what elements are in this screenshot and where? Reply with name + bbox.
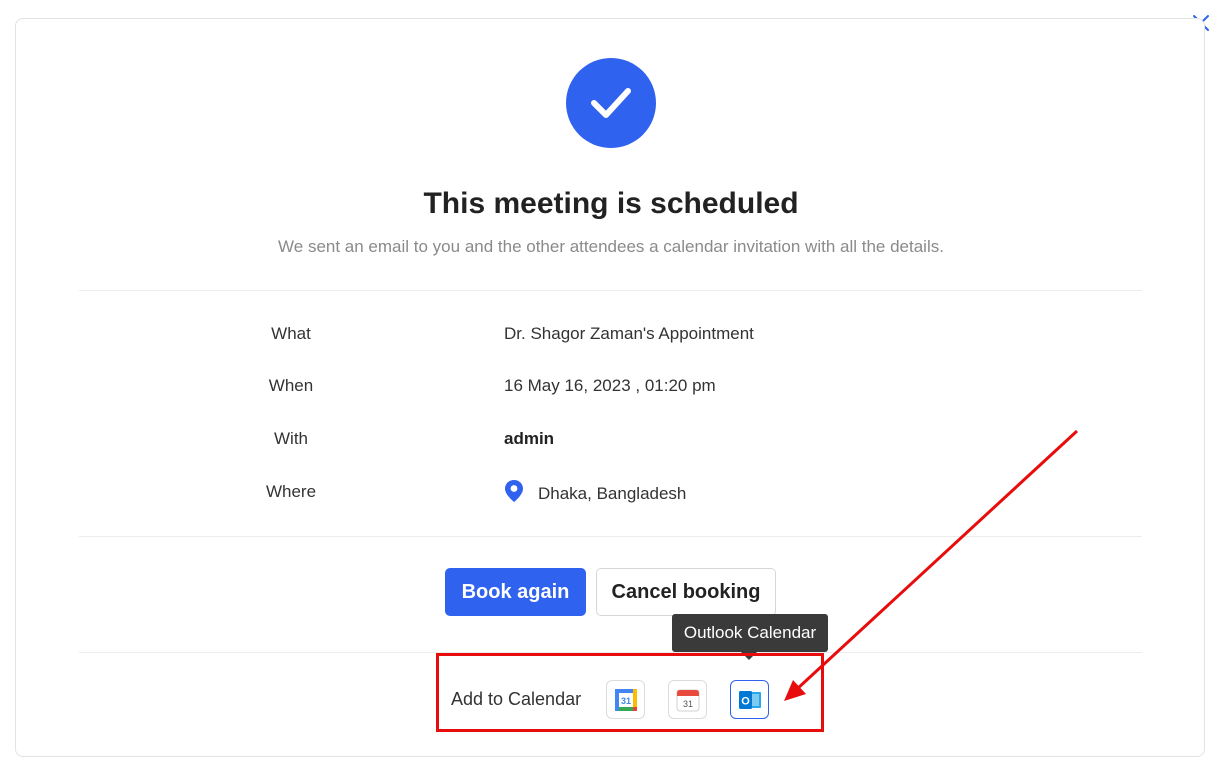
tooltip-arrow bbox=[741, 652, 757, 660]
outlook-calendar-icon: O bbox=[738, 690, 761, 709]
where-text: Dhaka, Bangladesh bbox=[538, 483, 687, 503]
detail-value-with: admin bbox=[504, 429, 555, 448]
google-calendar-button[interactable]: 31 bbox=[606, 680, 645, 719]
detail-row-where: Where Dhaka, Bangladesh bbox=[16, 479, 1206, 509]
detail-label-when: When bbox=[268, 376, 314, 395]
confirmation-dialog: This meeting is scheduled We sent an ema… bbox=[15, 18, 1205, 757]
divider bbox=[79, 290, 1142, 291]
outlook-calendar-button[interactable]: O bbox=[730, 680, 769, 719]
google-icon-text: 31 bbox=[620, 696, 630, 706]
outlook-tooltip: Outlook Calendar bbox=[672, 614, 828, 652]
detail-row-what: What Dr. Shagor Zaman's Appointment bbox=[16, 324, 1206, 354]
apple-icon-text: 31 bbox=[682, 699, 692, 709]
detail-value-where: Dhaka, Bangladesh bbox=[504, 479, 686, 508]
page-title: This meeting is scheduled bbox=[423, 187, 799, 220]
cancel-booking-button[interactable]: Cancel booking bbox=[596, 568, 776, 616]
apple-calendar-button[interactable]: 31 bbox=[668, 680, 707, 719]
divider bbox=[79, 652, 1142, 653]
location-pin-icon bbox=[504, 479, 524, 508]
apple-calendar-icon: 31 bbox=[676, 689, 699, 711]
check-icon bbox=[591, 88, 631, 118]
success-badge bbox=[566, 58, 656, 148]
outlook-icon-text: O bbox=[741, 695, 750, 707]
detail-label-where: Where bbox=[265, 482, 317, 501]
detail-label-with: With bbox=[274, 429, 308, 448]
page-subtitle: We sent an email to you and the other at… bbox=[278, 237, 944, 256]
book-again-button[interactable]: Book again bbox=[445, 568, 586, 616]
add-to-calendar-label: Add to Calendar bbox=[451, 689, 582, 709]
detail-value-when: 16 May 16, 2023 , 01:20 pm bbox=[504, 376, 716, 395]
detail-row-with: With admin bbox=[16, 429, 1206, 459]
detail-value-what: Dr. Shagor Zaman's Appointment bbox=[504, 324, 754, 343]
divider bbox=[79, 536, 1142, 537]
detail-label-what: What bbox=[271, 324, 311, 343]
detail-row-when: When 16 May 16, 2023 , 01:20 pm bbox=[16, 376, 1206, 406]
google-calendar-icon: 31 bbox=[614, 688, 637, 711]
